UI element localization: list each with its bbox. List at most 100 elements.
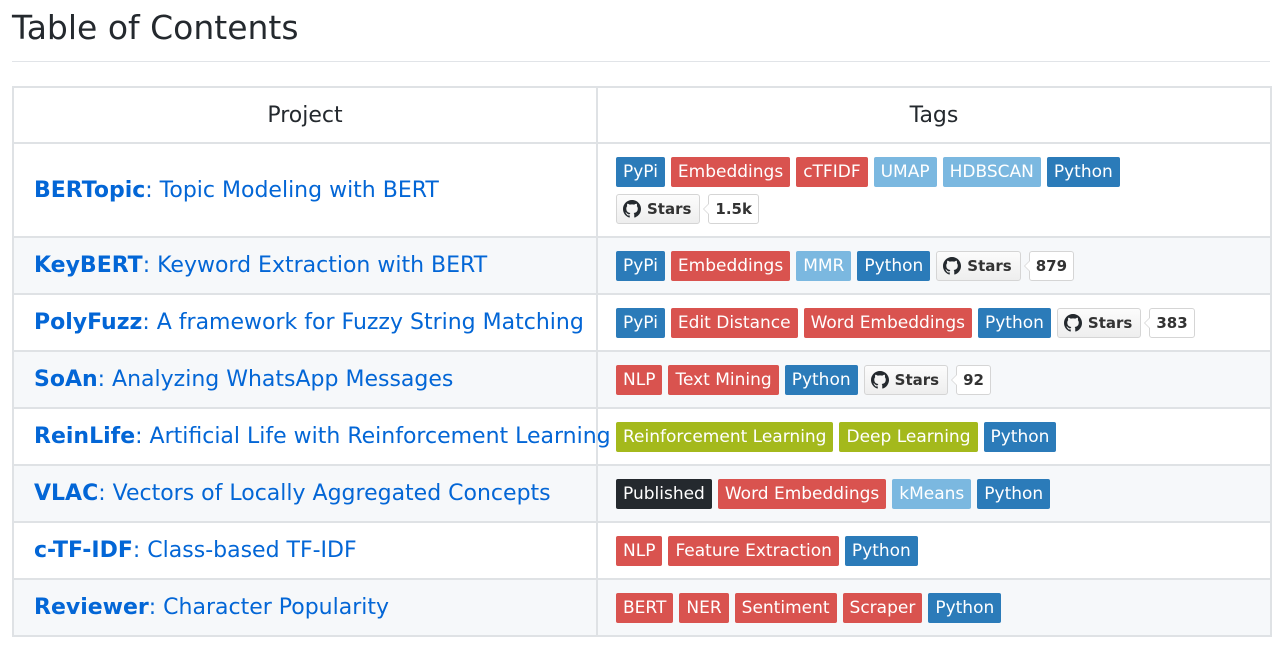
table-row: c-TF-IDF: Class-based TF-IDF NLP Feature E… bbox=[12, 521, 1272, 580]
tag-badge[interactable]: Python bbox=[983, 421, 1057, 452]
tag-badge[interactable]: NLP bbox=[616, 364, 663, 395]
tag-badge[interactable]: Embeddings bbox=[670, 250, 791, 281]
tag-badge[interactable]: Scraper bbox=[842, 592, 923, 623]
project-link[interactable]: BERTopic bbox=[34, 178, 145, 203]
tag-badge[interactable]: MMR bbox=[796, 250, 852, 281]
github-stars-count[interactable]: 1.5k bbox=[703, 193, 759, 224]
badge-list: NLP Feature Extraction Python bbox=[616, 535, 1262, 566]
project-link[interactable]: PolyFuzz bbox=[34, 310, 142, 335]
project-cell: VLAC: Vectors of Locally Aggregated Conc… bbox=[12, 464, 598, 523]
table-row: Reviewer: Character Popularity BERT NER Sen… bbox=[12, 578, 1272, 637]
project-description-link[interactable]: : Class-based TF-IDF bbox=[133, 538, 357, 563]
project-description-link[interactable]: : Character Popularity bbox=[149, 595, 389, 620]
tag-badge[interactable]: Python bbox=[977, 478, 1051, 509]
tags-cell: BERT NER Sentiment Scraper Python bbox=[596, 578, 1272, 637]
tag-badge[interactable]: Edit Distance bbox=[670, 307, 798, 338]
badge-list: PyPi Edit Distance Word Embeddings Python St… bbox=[616, 307, 1262, 338]
github-stars-count[interactable]: 383 bbox=[1144, 307, 1195, 338]
project-link[interactable]: c-TF-IDF bbox=[34, 538, 133, 563]
github-stars-badge[interactable]: Stars 879 bbox=[936, 250, 1075, 281]
project-cell: SoAn: Analyzing WhatsApp Messages bbox=[12, 350, 598, 409]
table-row: ReinLife: Artificial Life with Reinforce… bbox=[12, 407, 1272, 466]
tag-badge[interactable]: Sentiment bbox=[734, 592, 837, 623]
tag-badge[interactable]: BERT bbox=[616, 592, 674, 623]
github-stars-button[interactable]: Stars bbox=[616, 193, 701, 224]
tag-badge[interactable]: kMeans bbox=[892, 478, 972, 509]
project-link[interactable]: VLAC bbox=[34, 481, 98, 506]
project-link[interactable]: Reviewer bbox=[34, 595, 149, 620]
title-divider bbox=[12, 61, 1270, 62]
tag-badge[interactable]: UMAP bbox=[873, 156, 937, 187]
github-stars-label: Stars bbox=[647, 199, 692, 218]
project-description-link[interactable]: : Vectors of Locally Aggregated Concepts bbox=[98, 481, 550, 506]
github-icon bbox=[870, 370, 889, 389]
badge-list: PyPi Embeddings MMR Python Stars 879 bbox=[616, 250, 1262, 281]
tag-badge[interactable]: Deep Learning bbox=[839, 421, 978, 452]
project-link[interactable]: SoAn bbox=[34, 367, 98, 392]
table-row: KeyBERT: Keyword Extraction with BERT PyP… bbox=[12, 236, 1272, 295]
tag-badge[interactable]: Python bbox=[977, 307, 1051, 338]
table-header-row: Project Tags bbox=[12, 86, 1272, 144]
table-row: PolyFuzz: A framework for Fuzzy String M… bbox=[12, 293, 1272, 352]
table-body: BERTopic: Topic Modeling with BERT PyPi Em… bbox=[12, 142, 1272, 637]
project-description-link[interactable]: : Keyword Extraction with BERT bbox=[143, 253, 487, 278]
project-link[interactable]: ReinLife bbox=[34, 424, 135, 449]
page-title: Table of Contents bbox=[12, 8, 299, 47]
tag-badge[interactable]: NLP bbox=[616, 535, 663, 566]
github-stars-label: Stars bbox=[1087, 313, 1133, 332]
badge-list: BERT NER Sentiment Scraper Python bbox=[616, 592, 1262, 623]
tag-badge[interactable]: Published bbox=[616, 478, 712, 509]
tag-badge[interactable]: Python bbox=[857, 250, 931, 281]
badge-list: Published Word Embeddings kMeans Python bbox=[616, 478, 1262, 509]
badge-list: PyPi Embeddings cTFIDF UMAP HDBSCAN Python Sta… bbox=[616, 156, 1262, 224]
project-cell: KeyBERT: Keyword Extraction with BERT bbox=[12, 236, 598, 295]
github-icon bbox=[943, 256, 962, 275]
project-description-link[interactable]: : A framework for Fuzzy String Matching bbox=[142, 310, 583, 335]
tag-badge[interactable]: Reinforcement Learning bbox=[616, 421, 834, 452]
tag-badge[interactable]: PyPi bbox=[616, 250, 665, 281]
tags-cell: PyPi Embeddings cTFIDF UMAP HDBSCAN Python Sta… bbox=[596, 142, 1272, 238]
tag-badge[interactable]: cTFIDF bbox=[796, 156, 868, 187]
github-stars-badge[interactable]: Stars 383 bbox=[1056, 307, 1195, 338]
project-link[interactable]: KeyBERT bbox=[34, 253, 143, 278]
tags-cell: PyPi Edit Distance Word Embeddings Python St… bbox=[596, 293, 1272, 352]
badge-list: Reinforcement Learning Deep Learning Pytho… bbox=[616, 421, 1262, 452]
tags-cell: Reinforcement Learning Deep Learning Pytho… bbox=[596, 407, 1272, 466]
github-stars-badge[interactable]: Stars 1.5k bbox=[616, 193, 759, 224]
github-stars-button[interactable]: Stars bbox=[1056, 307, 1142, 338]
tag-badge[interactable]: PyPi bbox=[616, 156, 665, 187]
tag-badge[interactable]: Python bbox=[784, 364, 858, 395]
project-description-link[interactable]: : Topic Modeling with BERT bbox=[145, 178, 439, 203]
project-description-link[interactable]: : Analyzing WhatsApp Messages bbox=[98, 367, 454, 392]
tag-badge[interactable]: HDBSCAN bbox=[942, 156, 1041, 187]
tag-badge[interactable]: Feature Extraction bbox=[668, 535, 839, 566]
table-row: SoAn: Analyzing WhatsApp Messages NLP Text… bbox=[12, 350, 1272, 409]
github-stars-label: Stars bbox=[967, 256, 1012, 275]
tag-badge[interactable]: Word Embeddings bbox=[717, 478, 887, 509]
project-cell: PolyFuzz: A framework for Fuzzy String M… bbox=[12, 293, 598, 352]
tag-badge[interactable]: PyPi bbox=[616, 307, 665, 338]
tag-badge[interactable]: Text Mining bbox=[668, 364, 779, 395]
project-cell: Reviewer: Character Popularity bbox=[12, 578, 598, 637]
tag-badge[interactable]: Embeddings bbox=[670, 156, 791, 187]
github-stars-badge[interactable]: Stars 92 bbox=[863, 364, 991, 395]
tag-badge[interactable]: Python bbox=[1046, 156, 1120, 187]
table-row: BERTopic: Topic Modeling with BERT PyPi Em… bbox=[12, 142, 1272, 238]
tag-badge[interactable]: Python bbox=[844, 535, 918, 566]
github-stars-count[interactable]: 879 bbox=[1023, 250, 1075, 281]
tag-badge[interactable]: Word Embeddings bbox=[803, 307, 972, 338]
tag-badge[interactable]: NER bbox=[679, 592, 729, 623]
project-cell: ReinLife: Artificial Life with Reinforce… bbox=[12, 407, 611, 466]
tag-badge[interactable]: Python bbox=[928, 592, 1002, 623]
github-stars-label: Stars bbox=[894, 370, 940, 389]
github-stars-button[interactable]: Stars bbox=[863, 364, 949, 395]
project-cell: c-TF-IDF: Class-based TF-IDF bbox=[12, 521, 598, 580]
github-stars-count[interactable]: 92 bbox=[951, 364, 991, 395]
github-icon bbox=[623, 199, 641, 218]
tags-cell: PyPi Embeddings MMR Python Stars 879 bbox=[596, 236, 1272, 295]
project-description-link[interactable]: : Artificial Life with Reinforcement Lea… bbox=[135, 424, 611, 449]
project-cell: BERTopic: Topic Modeling with BERT bbox=[12, 142, 598, 238]
github-stars-button[interactable]: Stars bbox=[936, 250, 1021, 281]
projects-table: Project Tags BERTopic: Topic Modeling wi… bbox=[12, 86, 1272, 637]
tags-cell: NLP Feature Extraction Python bbox=[596, 521, 1272, 580]
